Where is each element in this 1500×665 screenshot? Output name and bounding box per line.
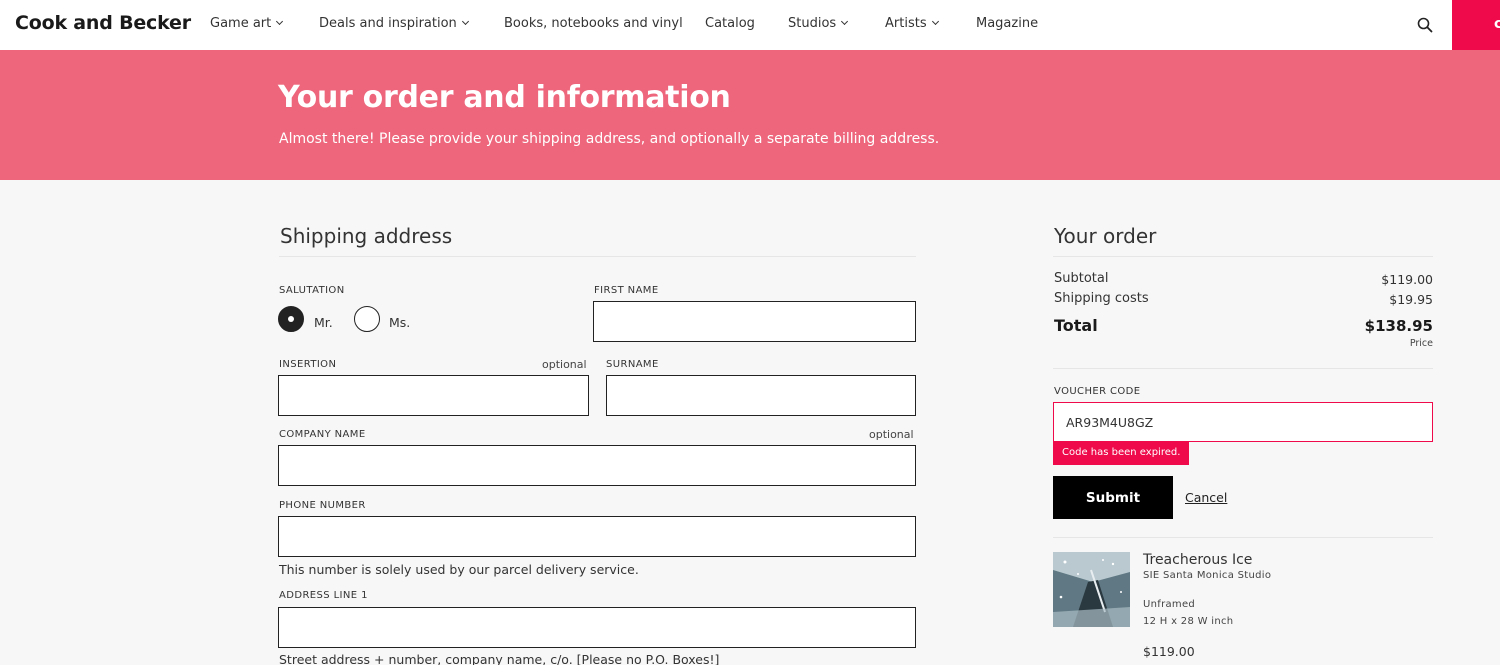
insertion-input[interactable] <box>278 375 589 416</box>
chevron-down-icon <box>841 17 849 26</box>
order-divider <box>1053 256 1433 257</box>
first-name-input[interactable] <box>593 301 916 342</box>
company-optional-tag: optional <box>869 428 914 441</box>
subtotal-label: Subtotal <box>1054 271 1109 286</box>
cancel-voucher-link[interactable]: Cancel <box>1185 490 1227 505</box>
company-name-label: COMPANY NAME <box>279 429 366 440</box>
voucher-code-input[interactable] <box>1053 402 1433 442</box>
chevron-down-icon <box>461 17 469 26</box>
address-line-1-help: Street address + number, company name, c… <box>279 652 720 665</box>
product-artwork-image <box>1053 552 1130 627</box>
product-studio: SIE Santa Monica Studio <box>1143 570 1272 581</box>
nav-item-label: Books, notebooks and vinyl <box>504 16 683 31</box>
product-thumbnail[interactable] <box>1053 552 1130 627</box>
total-label: Total <box>1054 316 1098 335</box>
voucher-code-label: VOUCHER CODE <box>1054 386 1141 397</box>
top-navigation: Cook and Becker Game art Deals and inspi… <box>0 0 1500 50</box>
product-frame: Unframed <box>1143 599 1196 610</box>
nav-item-books[interactable]: Books, notebooks and vinyl <box>504 16 683 31</box>
company-name-input[interactable] <box>278 445 916 486</box>
phone-help-text: This number is solely used by our parcel… <box>279 562 639 577</box>
salutation-ms-label: Ms. <box>389 315 411 330</box>
product-name[interactable]: Treacherous Ice <box>1143 552 1252 568</box>
nav-item-catalog[interactable]: Catalog <box>705 16 755 31</box>
address-line-1-label: ADDRESS LINE 1 <box>279 590 368 601</box>
search-icon[interactable] <box>1417 17 1433 33</box>
chevron-down-icon <box>931 17 939 26</box>
product-price: $119.00 <box>1143 644 1195 659</box>
surname-label: SURNAME <box>606 359 659 370</box>
nav-item-label: Catalog <box>705 16 755 31</box>
cart-button-label: c <box>1494 16 1500 32</box>
price-note: Price <box>1409 338 1433 349</box>
your-order-title: Your order <box>1054 224 1157 248</box>
nav-item-label: Game art <box>210 16 272 31</box>
nav-item-artists[interactable]: Artists <box>885 16 939 31</box>
subtotal-value: $119.00 <box>1381 272 1433 287</box>
surname-input[interactable] <box>606 375 916 416</box>
nav-item-label: Artists <box>885 16 927 31</box>
nav-item-magazine[interactable]: Magazine <box>976 16 1038 31</box>
nav-item-label: Studios <box>788 16 837 31</box>
order-divider <box>1053 537 1433 538</box>
shipping-address-title: Shipping address <box>280 224 453 248</box>
shipping-costs-value: $19.95 <box>1389 292 1433 307</box>
salutation-mr-label: Mr. <box>314 315 333 330</box>
salutation-ms-radio[interactable] <box>354 306 380 332</box>
chevron-down-icon <box>276 17 284 26</box>
nav-item-label: Deals and inspiration <box>319 16 457 31</box>
salutation-label: SALUTATION <box>279 285 345 296</box>
nav-item-game-art[interactable]: Game art <box>210 16 284 31</box>
order-divider <box>1053 368 1433 369</box>
nav-item-label: Magazine <box>976 16 1039 31</box>
site-logo[interactable]: Cook and Becker <box>15 12 191 34</box>
salutation-mr-radio[interactable] <box>278 306 304 332</box>
submit-voucher-button[interactable]: Submit <box>1053 476 1173 519</box>
page-title: Your order and information <box>278 80 731 115</box>
address-line-1-input[interactable] <box>278 607 916 648</box>
nav-item-deals[interactable]: Deals and inspiration <box>319 16 469 31</box>
insertion-optional-tag: optional <box>542 358 587 371</box>
insertion-label: INSERTION <box>279 359 337 370</box>
page-banner: Your order and information Almost there!… <box>0 50 1500 180</box>
cart-button[interactable]: c <box>1452 0 1500 50</box>
first-name-label: FIRST NAME <box>594 285 659 296</box>
total-value: $138.95 <box>1364 317 1433 335</box>
product-size: 12 H x 28 W inch <box>1143 616 1234 627</box>
phone-number-input[interactable] <box>278 516 916 557</box>
phone-number-label: PHONE NUMBER <box>279 500 366 511</box>
shipping-costs-label: Shipping costs <box>1054 291 1149 306</box>
section-divider <box>279 256 916 257</box>
nav-item-studios[interactable]: Studios <box>788 16 849 31</box>
voucher-error-message: Code has been expired. <box>1053 442 1190 465</box>
page-subtitle: Almost there! Please provide your shippi… <box>279 131 940 147</box>
